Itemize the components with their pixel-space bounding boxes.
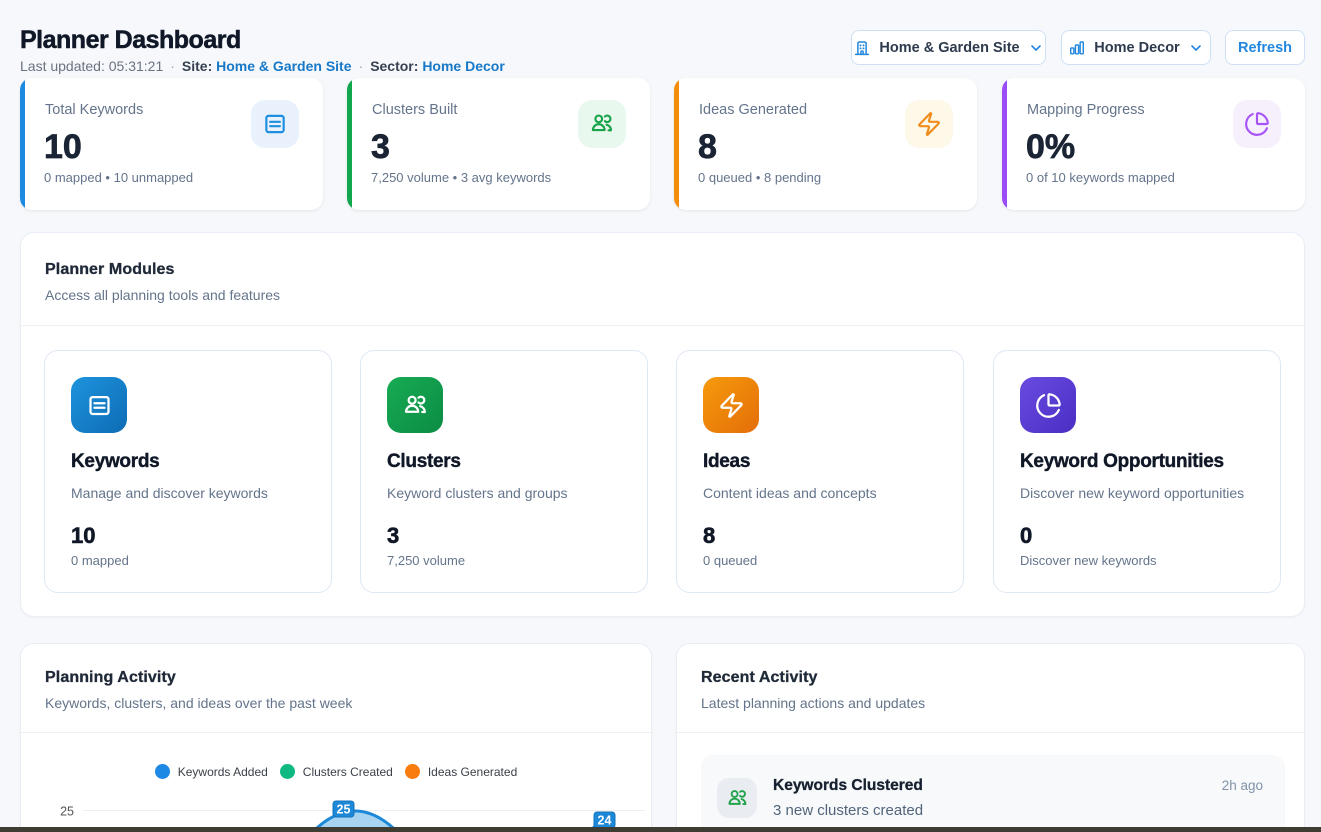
svg-text:24: 24 xyxy=(598,814,612,828)
svg-text:25: 25 xyxy=(60,805,74,819)
svg-text:25: 25 xyxy=(337,803,351,817)
